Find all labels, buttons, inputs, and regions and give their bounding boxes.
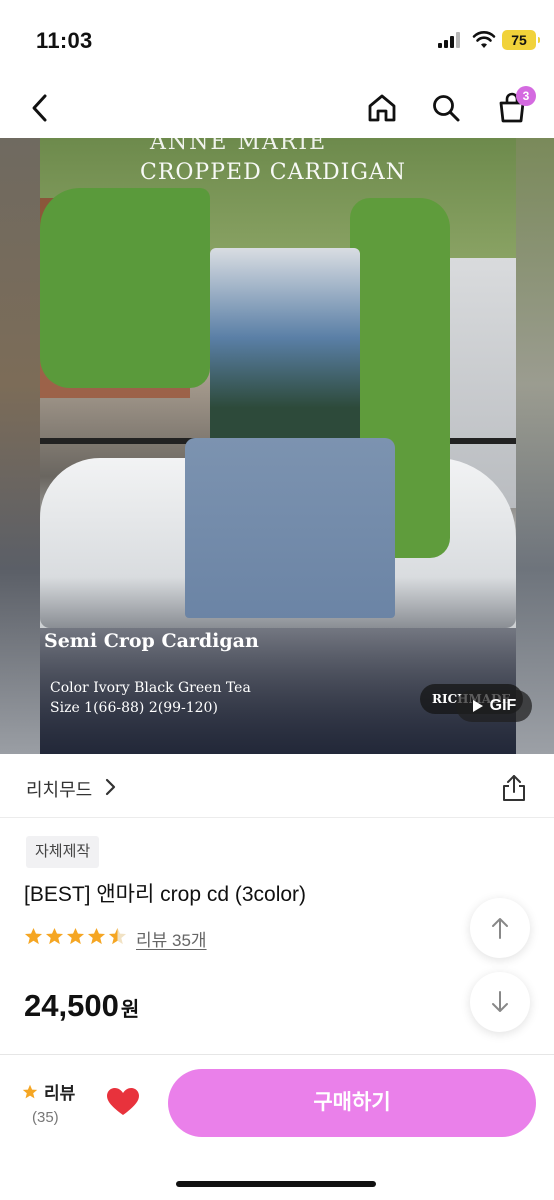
bottom-action-bar: 리뷰 (35) 구매하기 (0, 1054, 554, 1200)
overlay-title-2: CROPPED CARDIGAN (140, 160, 407, 185)
back-button[interactable] (18, 86, 62, 130)
share-button[interactable] (496, 770, 532, 806)
search-button[interactable] (424, 86, 468, 130)
wifi-icon (472, 31, 496, 48)
overlay-size-line: Size 1(66-88) 2(99-120) (50, 700, 218, 716)
home-button[interactable] (360, 86, 404, 130)
buy-button[interactable]: 구매하기 (168, 1069, 536, 1137)
price-currency: 원 (120, 999, 140, 1021)
like-button[interactable] (106, 1087, 140, 1122)
product-price: 24,500 원 (24, 988, 139, 1024)
star-icon (24, 927, 43, 945)
top-nav-bar: 3 (0, 78, 554, 138)
home-icon (368, 94, 396, 122)
overlay-subtitle: Semi Crop Cardigan (44, 630, 259, 652)
photo-skirt (185, 438, 395, 618)
star-icon (87, 927, 106, 945)
arrow-down-icon (492, 991, 508, 1012)
star-icon (45, 927, 64, 945)
gif-play-button[interactable]: GIF (456, 690, 532, 722)
price-value: 24,500 (24, 988, 119, 1023)
chevron-left-icon (32, 94, 47, 122)
overlay-color-line: Color Ivory Black Green Tea (50, 680, 251, 696)
play-icon (472, 700, 483, 712)
battery-indicator: 75 (502, 30, 540, 50)
review-count: (35) (32, 1109, 59, 1126)
search-icon (433, 95, 460, 122)
half-star-icon (108, 927, 127, 945)
scroll-up-button[interactable] (470, 898, 530, 958)
overlay-title-1: ANNE MARIE (150, 138, 328, 155)
review-count-link[interactable]: 리뷰 35개 (136, 926, 207, 951)
gif-label: GIF (489, 697, 517, 714)
arrow-up-icon (492, 918, 508, 939)
status-time: 11:03 (36, 28, 93, 53)
home-indicator (176, 1181, 376, 1187)
scroll-down-button[interactable] (470, 972, 530, 1032)
rating-stars (24, 927, 127, 946)
chevron-right-icon (105, 778, 116, 796)
seller-row: 리치무드 (0, 754, 554, 818)
review-label: 리뷰 (44, 1084, 76, 1103)
star-icon (66, 927, 85, 945)
cellular-signal-icon (438, 32, 464, 48)
product-title: [BEST] 앤마리 crop cd (3color) (24, 883, 307, 906)
share-icon (503, 775, 525, 801)
status-bar: 11:03 75 (0, 0, 554, 78)
product-image-carousel[interactable]: ANNE MARIE CROPPED CARDIGAN Semi Crop Ca… (0, 138, 554, 754)
seller-name-link[interactable]: 리치무드 (26, 776, 92, 802)
photo-cardigan-left (40, 188, 210, 388)
image-blur-left (0, 138, 40, 754)
cart-count-badge: 3 (516, 86, 536, 106)
photo-top (210, 248, 360, 448)
review-summary[interactable]: 리뷰 (22, 1079, 75, 1104)
cart-button[interactable]: 3 (490, 86, 536, 130)
heart-icon (107, 1088, 139, 1115)
star-icon (22, 1084, 38, 1098)
image-blur-right (516, 138, 554, 754)
product-tag: 자체제작 (26, 836, 100, 868)
